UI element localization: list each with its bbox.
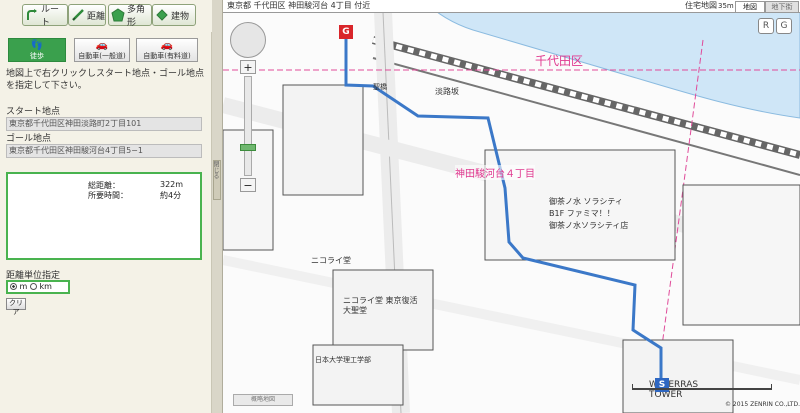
- map-extra-buttons: R G: [758, 18, 794, 34]
- map-topbar: 東京都 千代田区 神田駿河台 4丁目 付近 住宅地図 35m 地図 地下街: [223, 0, 800, 13]
- route-panel: ルート 距離 多角形 建物 👣 徒歩 🚗 自動車(一般道) 🚗 自動車(有料道)…: [0, 0, 212, 413]
- minimap-toggle[interactable]: 概略地図: [233, 394, 293, 406]
- mode-walk-label: 徒歩: [30, 52, 44, 60]
- tab-distance-label: 距離: [87, 11, 106, 22]
- polygon-icon: [111, 8, 125, 22]
- start-label: スタート地点: [6, 107, 61, 117]
- map-scalebar: [632, 384, 772, 390]
- start-field: 東京都千代田区神田淡路町2丁目101: [6, 117, 202, 131]
- station-exit-label: 聖橋: [373, 83, 387, 91]
- nikolai-label: ニコライ堂: [311, 256, 351, 265]
- unit-m-label: m: [19, 282, 28, 291]
- travel-mode-selector: 👣 徒歩 🚗 自動車(一般道) 🚗 自動車(有料道): [8, 38, 198, 62]
- panel-splitter[interactable]: 閉じる: [212, 0, 223, 413]
- zoom-slider-track[interactable]: [244, 76, 252, 176]
- tab-building-label: 建物: [171, 11, 190, 22]
- zoom-out-button[interactable]: −: [240, 178, 256, 192]
- building-icon: [156, 9, 168, 21]
- block-univ: [312, 344, 404, 406]
- unit-km-radio[interactable]: [29, 283, 37, 290]
- route-icon: [27, 9, 37, 20]
- zoom-slider-thumb[interactable]: [240, 143, 256, 151]
- block-waterras: [622, 339, 734, 413]
- unit-m-radio[interactable]: [10, 283, 17, 290]
- ruler-icon: [72, 9, 84, 21]
- univ-label: 日本大学理工学部: [315, 356, 371, 364]
- tab-polygon-label: 多角形: [127, 5, 146, 28]
- clear-button[interactable]: クリア: [6, 298, 26, 316]
- block-hospital: [282, 84, 364, 196]
- unit-selector: m km: [6, 280, 70, 294]
- ward-label: 千代田区: [535, 54, 584, 68]
- mode-toll-button[interactable]: 🚗 自動車(有料道): [136, 38, 198, 62]
- time-label: 所要時間：: [88, 191, 128, 200]
- tab-polygon[interactable]: 多角形: [108, 4, 152, 28]
- distance-value: 322m: [160, 180, 184, 189]
- mode-walk-button[interactable]: 👣 徒歩: [8, 38, 66, 62]
- goal-marker[interactable]: G: [339, 25, 353, 39]
- tab-underground[interactable]: 地下街: [765, 1, 799, 12]
- goal-label: ゴール地点: [6, 134, 52, 144]
- tab-distance[interactable]: 距離: [68, 4, 106, 26]
- mode-car-button[interactable]: 🚗 自動車(一般道): [74, 38, 130, 62]
- map-type-label: 住宅地図: [685, 1, 717, 10]
- zoom-in-button[interactable]: +: [240, 60, 256, 74]
- map-canvas[interactable]: 千代田区 神田駿河台４丁目 淡路坂 聖橋 ニコライ堂 ニコライ堂 東京復活大聖堂…: [223, 0, 800, 413]
- layer-r-button[interactable]: R: [758, 18, 774, 34]
- unit-km-label: km: [39, 282, 52, 291]
- mode-toll-label: 自動車(有料道): [143, 52, 191, 60]
- solacity-label-a: 御茶ノ水 ソラシティ: [549, 197, 623, 206]
- instructions-text: 地図上で右クリックしスタート地点・ゴール地点を指定して下さい。: [6, 69, 205, 91]
- goal-field: 東京都千代田区神田駿河台4丁目5−1: [6, 144, 202, 158]
- route-result-box: 総距離： 322m 所要時間： 約4分: [6, 172, 202, 260]
- map-drawing: [223, 0, 800, 413]
- map-scale-value: 35m: [718, 2, 734, 10]
- car-toll-icon: 🚗: [160, 40, 174, 51]
- nikolai-hall-label: ニコライ堂 東京復活大聖堂: [343, 296, 418, 315]
- tab-building[interactable]: 建物: [152, 4, 196, 26]
- mode-car-label: 自動車(一般道): [78, 52, 126, 60]
- tab-route[interactable]: ルート: [22, 4, 68, 28]
- splitter-grip[interactable]: 閉じる: [212, 160, 221, 200]
- district-label: 神田駿河台４丁目: [455, 165, 535, 180]
- map-copyright: © 2015 ZENRIN CO.,LTD.: [725, 401, 800, 408]
- pan-ring[interactable]: [230, 22, 266, 58]
- time-value: 約4分: [160, 191, 182, 200]
- zoom-control: + −: [228, 22, 268, 192]
- tool-tabs: ルート 距離 多角形 建物: [0, 0, 212, 32]
- solacity-label-c: 御茶ノ水ソラシティ店: [549, 221, 629, 230]
- block-east: [682, 184, 800, 326]
- car-icon: 🚗: [95, 40, 109, 51]
- layer-g-button[interactable]: G: [776, 18, 792, 34]
- tab-map[interactable]: 地図: [735, 1, 765, 12]
- tab-route-label: ルート: [41, 5, 60, 28]
- solacity-label-b: B1F ファミマ！！: [549, 209, 615, 218]
- walk-icon: 👣: [30, 40, 44, 51]
- road-label: 淡路坂: [435, 87, 459, 96]
- map-address: 東京都 千代田区 神田駿河台 4丁目 付近: [227, 1, 371, 10]
